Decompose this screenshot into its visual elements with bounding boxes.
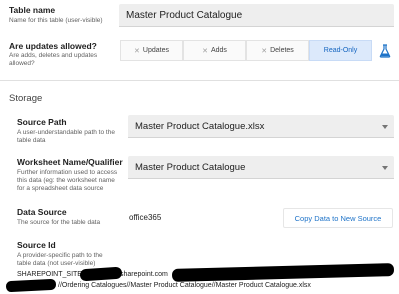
source-id-line1-domain: sharepoint.com [120, 271, 168, 278]
updates-toggle-label: Updates [142, 47, 169, 54]
data-source-value: office365 [129, 213, 162, 222]
data-source-label: Data Source [17, 207, 67, 217]
source-id-line2-path: //Ordering Catalogues//Master Product Ca… [58, 282, 311, 289]
data-source-description: The source for the table data [17, 219, 101, 226]
worksheet-value: Master Product Catalogue [135, 162, 246, 173]
read-only-toggle[interactable]: Read-Only [309, 40, 372, 61]
section-divider [0, 80, 399, 81]
updates-toggle[interactable]: ✕ Updates [120, 40, 183, 61]
updates-allowed-label: Are updates allowed? [9, 41, 97, 51]
redaction-mark [5, 278, 57, 293]
source-path-label: Source Path [17, 117, 67, 127]
worksheet-label: Worksheet Name/Qualifier [17, 157, 123, 167]
source-path-select[interactable]: Master Product Catalogue.xlsx [128, 115, 394, 138]
chevron-down-icon [382, 125, 388, 129]
table-name-label: Table name [9, 5, 56, 15]
close-icon: ✕ [261, 47, 268, 55]
table-name-value: Master Product Catalogue [126, 10, 243, 21]
adds-toggle-label: Adds [210, 47, 227, 54]
read-only-toggle-label: Read-Only [323, 47, 358, 54]
updates-allowed-description-line2: allowed? [9, 60, 35, 67]
worksheet-description-line3: for a spreadsheet data source [17, 185, 104, 192]
table-name-input[interactable]: Master Product Catalogue [119, 4, 394, 27]
table-name-description: Name for this table (user-visible) [9, 17, 103, 24]
source-id-label: Source Id [17, 240, 56, 250]
source-path-description-line2: table data [17, 137, 46, 144]
copy-data-button[interactable]: Copy Data to New Source [283, 208, 393, 228]
flask-icon[interactable] [379, 44, 391, 58]
worksheet-select[interactable]: Master Product Catalogue [128, 156, 394, 179]
deletes-toggle[interactable]: ✕ Deletes [246, 40, 309, 61]
chevron-down-icon [382, 166, 388, 170]
deletes-toggle-label: Deletes [270, 47, 294, 54]
storage-section-title: Storage [9, 93, 43, 104]
redaction-mark [171, 263, 395, 282]
redaction-mark [79, 266, 123, 282]
close-icon: ✕ [202, 47, 208, 55]
adds-toggle[interactable]: ✕ Adds [183, 40, 246, 61]
close-icon: ✕ [134, 47, 140, 55]
source-id-description-line2: table data (not user-visible) [17, 260, 96, 267]
source-path-value: Master Product Catalogue.xlsx [135, 121, 265, 132]
